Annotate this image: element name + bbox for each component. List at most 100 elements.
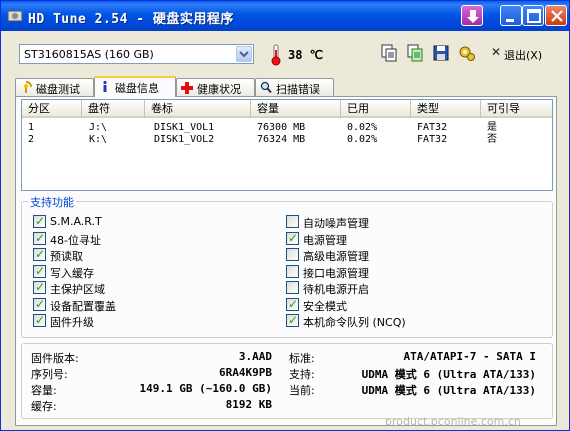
minimize-icon xyxy=(506,19,514,22)
table-cell: DISK1_VOL2 xyxy=(154,134,215,145)
firmware-label: 固件版本: xyxy=(31,352,79,365)
feature-label: 待机电源开启 xyxy=(303,283,369,296)
column-header-capacity[interactable]: 容量 xyxy=(251,100,341,118)
feature-label: 自动噪声管理 xyxy=(303,217,369,230)
table-row[interactable]: 2 K:\ DISK1_VOL2 76324 MB 0.02% FAT32 否 xyxy=(22,133,552,146)
chevron-down-icon[interactable] xyxy=(236,46,252,62)
table-cell: 2 xyxy=(28,134,35,145)
active-mode-value: UDMA 模式 6 (Ultra ATA/133) xyxy=(361,384,536,397)
checkbox[interactable]: ✓ xyxy=(33,296,46,311)
table-cell: 76324 MB xyxy=(257,134,306,145)
column-header-bootable[interactable]: 可引导 xyxy=(481,100,552,118)
standard-value: ATA/ATAPI-7 - SATA I xyxy=(403,350,536,363)
checkbox[interactable]: ✓ xyxy=(33,263,46,278)
column-header-label[interactable]: 卷标 xyxy=(145,100,251,118)
app-icon xyxy=(7,10,23,22)
column-header-type[interactable]: 类型 xyxy=(411,100,481,118)
column-header-partition[interactable]: 分区 xyxy=(22,100,82,118)
serial-value: 6RA4K9PB xyxy=(219,366,272,379)
close-button[interactable] xyxy=(545,5,567,26)
health-icon xyxy=(181,82,193,94)
checkmark-icon: ✓ xyxy=(35,263,46,278)
checkbox[interactable] xyxy=(286,215,299,228)
tab-health[interactable]: 健康状况 xyxy=(176,78,255,96)
drive-select-value: ST3160815AS (160 GB) xyxy=(24,48,154,61)
feature-label: 安全模式 xyxy=(303,299,347,313)
checkbox[interactable]: ✓ xyxy=(286,231,299,245)
drive-select[interactable]: ST3160815AS (160 GB) xyxy=(19,44,254,64)
feature-label: 接口电源管理 xyxy=(303,266,369,280)
checkbox[interactable]: ✓ xyxy=(286,296,299,311)
exit-label: 退出(X) xyxy=(504,49,543,62)
title-bar[interactable]: HD Tune 2.54 - 硬盘实用程序 xyxy=(1,1,569,31)
checkbox[interactable]: ✓ xyxy=(286,313,299,327)
tab-label: 磁盘测试 xyxy=(36,83,80,96)
checkbox[interactable] xyxy=(286,248,299,261)
buffer-value: 8192 KB xyxy=(225,398,272,411)
tab-benchmark[interactable]: 磁盘测试 xyxy=(15,78,94,96)
checkbox[interactable] xyxy=(286,264,299,278)
scan-icon xyxy=(260,81,272,94)
feature-label: 写入缓存 xyxy=(50,266,94,280)
checkbox[interactable]: ✓ xyxy=(33,313,46,327)
checkmark-icon: ✓ xyxy=(35,247,46,261)
checkbox[interactable]: ✓ xyxy=(33,214,46,228)
benchmark-icon xyxy=(24,81,32,93)
features-group-title: 支持功能 xyxy=(28,194,76,210)
feature-label: 预读取 xyxy=(50,250,83,263)
temperature-value: 38 ℃ xyxy=(288,48,324,62)
checkbox[interactable]: ✓ xyxy=(33,280,46,294)
capacity-label: 容量: xyxy=(31,384,57,397)
table-cell: FAT32 xyxy=(417,134,448,145)
table-header: 分区 盘符 卷标 容量 已用 类型 可引导 xyxy=(22,100,552,118)
feature-label: S.M.A.R.T xyxy=(50,215,102,228)
tab-label: 健康状况 xyxy=(197,83,241,96)
tab-label: 扫描错误 xyxy=(276,83,320,96)
window-title: HD Tune 2.54 - 硬盘实用程序 xyxy=(28,12,234,27)
supported-mode-value: UDMA 模式 6 (Ultra ATA/133) xyxy=(361,368,536,381)
app-window: HD Tune 2.54 - 硬盘实用程序 ST3160815AS (160 G… xyxy=(0,0,570,431)
checkmark-icon: ✓ xyxy=(35,214,46,228)
info-icon xyxy=(103,80,107,92)
checkmark-icon: ✓ xyxy=(35,280,46,294)
column-header-drive-letter[interactable]: 盘符 xyxy=(82,100,145,118)
feature-label: 本机命令队列 (NCQ) xyxy=(303,316,406,329)
features-group: 支持功能 ✓ S.M.A.R.T ✓ 48-位寻址 ✓ 预读取 ✓ 写入缓存 ✓ 主保护区域 ✓ 设备… xyxy=(21,194,553,338)
feature-label: 主保护区域 xyxy=(50,283,105,296)
save-icon[interactable] xyxy=(431,43,451,63)
checkbox[interactable] xyxy=(286,281,299,294)
checkbox[interactable]: ✓ xyxy=(33,230,46,245)
copy-icon[interactable] xyxy=(379,43,399,63)
tab-panel-info: 分区 盘符 卷标 容量 已用 类型 可引导 1 J:\ DISK1_VOL1 7… xyxy=(15,96,557,426)
checkbox[interactable]: ✓ xyxy=(33,247,46,261)
maximize-icon xyxy=(527,9,541,23)
checkmark-icon: ✓ xyxy=(35,296,46,311)
table-cell: 0.02% xyxy=(347,134,378,145)
feature-label: 固件升级 xyxy=(50,316,94,329)
firmware-value: 3.AAD xyxy=(238,350,272,363)
buffer-label: 缓存: xyxy=(31,400,57,413)
options-icon[interactable] xyxy=(457,43,477,63)
active-mode-label: 当前: xyxy=(289,384,315,397)
minimize-button[interactable] xyxy=(500,5,522,26)
checkmark-icon: ✓ xyxy=(35,313,46,327)
maximize-button[interactable] xyxy=(522,5,544,26)
exit-button[interactable]: ✕ 退出(X) xyxy=(489,43,553,64)
tab-info[interactable]: 磁盘信息 xyxy=(94,76,176,97)
standard-label: 标准: xyxy=(289,352,315,365)
capacity-value: 149.1 GB (~160.0 GB) xyxy=(139,382,272,395)
download-button[interactable] xyxy=(461,5,483,26)
checkmark-icon: ✓ xyxy=(288,296,299,311)
tab-scan[interactable]: 扫描错误 xyxy=(255,78,334,96)
thermometer-icon xyxy=(271,44,281,66)
feature-label: 48-位寻址 xyxy=(50,233,101,247)
checkmark-icon: ✓ xyxy=(288,313,299,327)
partition-table[interactable]: 分区 盘符 卷标 容量 已用 类型 可引导 1 J:\ DISK1_VOL1 7… xyxy=(21,99,553,191)
copy-all-icon[interactable] xyxy=(405,43,425,63)
drive-info-group: 固件版本: 3.AAD 序列号: 6RA4K9PB 容量: 149.1 GB (… xyxy=(21,343,553,419)
supported-mode-label: 支持: xyxy=(289,368,315,381)
table-cell: K:\ xyxy=(89,134,108,145)
checkmark-icon: ✓ xyxy=(35,230,46,245)
watermark: product.pconline.com.cn xyxy=(385,415,521,428)
column-header-used[interactable]: 已用 xyxy=(341,100,411,118)
